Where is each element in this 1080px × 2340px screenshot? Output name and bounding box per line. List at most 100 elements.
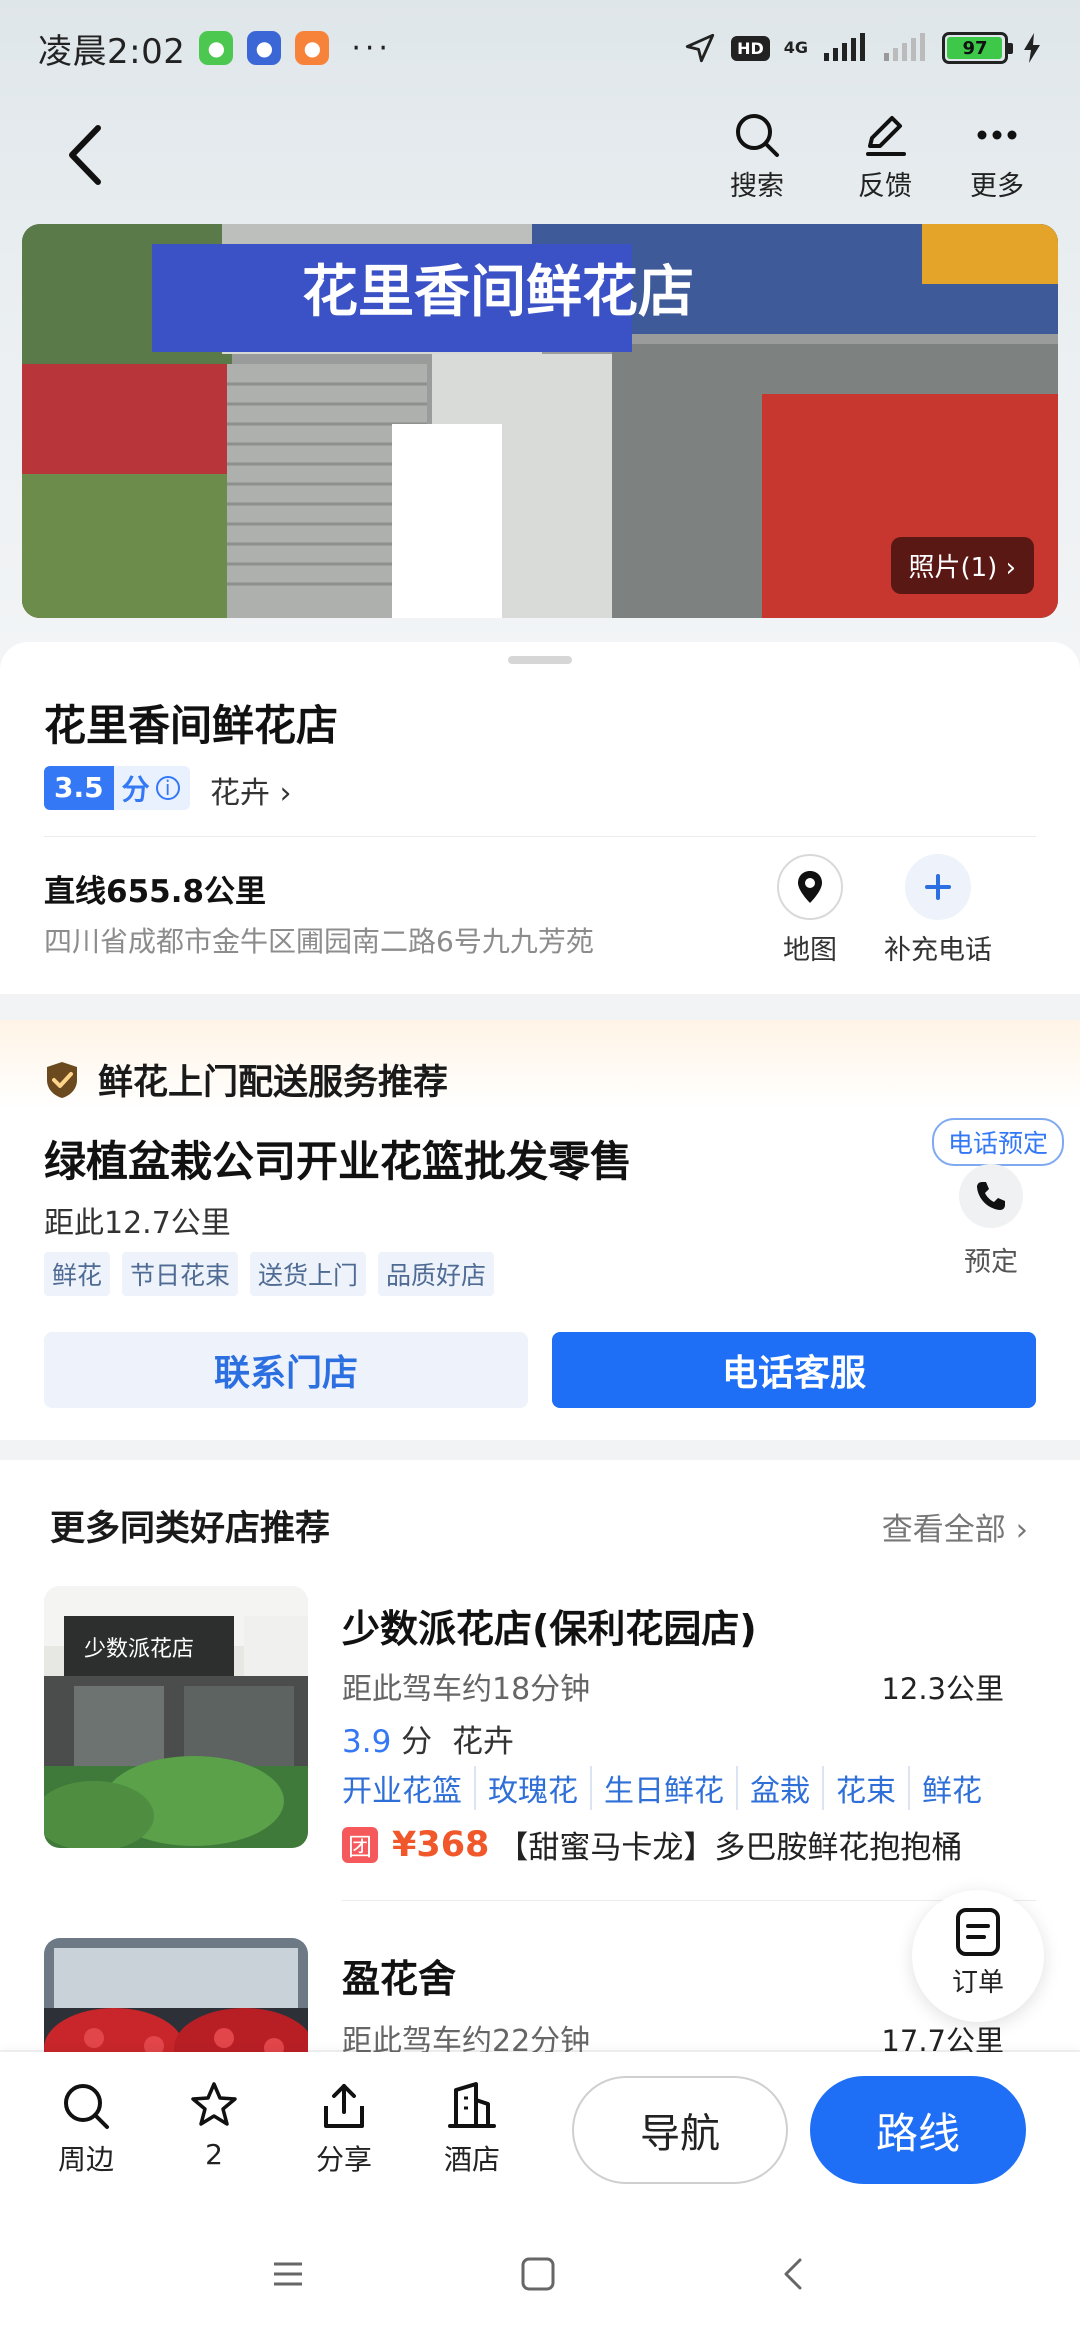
phone-service-button[interactable]: 电话客服 — [552, 1332, 1036, 1408]
taobao-notification-icon: ● — [295, 31, 330, 65]
divider — [44, 836, 1036, 837]
network-type: 4G — [783, 38, 808, 57]
shop-distance: 直线655.8公里 — [44, 874, 267, 910]
tag: 鲜花 — [44, 1252, 111, 1296]
more-button[interactable]: 更多 — [952, 110, 1042, 203]
back-key-icon[interactable] — [774, 2254, 814, 2294]
divider — [342, 1900, 1036, 1901]
plus-icon — [925, 874, 951, 900]
menu-key-icon[interactable] — [268, 2254, 308, 2294]
more-dots-icon — [977, 130, 1017, 140]
distance-km: 12.3公里 — [881, 1672, 1004, 1706]
search-button[interactable]: 搜索 — [712, 110, 802, 203]
rating-unit: 分 — [401, 1724, 433, 1760]
delivery-distance: 距此12.7公里 — [44, 1206, 231, 1241]
map-label: 地图 — [783, 935, 837, 966]
top-navigation: 搜索 反馈 更多 — [0, 100, 1080, 210]
reserve-label: 预定 — [964, 1247, 1018, 1278]
feedback-button[interactable]: 反馈 — [840, 110, 930, 203]
location-arrow-icon — [685, 33, 715, 63]
order-list-icon — [956, 1908, 1000, 1956]
charging-icon — [1024, 33, 1040, 63]
app-notification-icon: ● — [247, 31, 282, 65]
rating-badge[interactable]: 3.5 分 i — [44, 766, 190, 810]
more-label: 更多 — [970, 171, 1024, 202]
hotel-building-icon — [448, 2082, 496, 2128]
shop-category: 花卉 — [452, 1724, 515, 1760]
tag: 花束 — [822, 1766, 908, 1810]
similar-shops-heading: 更多同类好店推荐 — [50, 1509, 331, 1549]
rating-score: 3.5 — [44, 766, 114, 810]
info-icon: i — [155, 776, 180, 800]
back-button[interactable] — [56, 120, 116, 190]
status-bar: 凌晨2:02 ● ● ● ··· HD 4G 97 — [0, 0, 1080, 96]
shop-address: 四川省成都市金牛区圃园南二路6号九九芳苑 — [44, 925, 594, 958]
nearby-button[interactable]: 周边 — [36, 2080, 136, 2178]
deal-price: ¥368 — [392, 1824, 490, 1865]
phone-icon — [977, 1182, 1005, 1210]
favorite-button[interactable]: 2 — [164, 2080, 264, 2171]
map-button[interactable]: 地图 — [750, 854, 870, 967]
share-label: 分享 — [315, 2143, 372, 2176]
tag: 玫瑰花 — [474, 1766, 590, 1810]
shop-name: 花里香间鲜花店 — [44, 701, 339, 750]
deal-text: 【甜蜜马卡龙】多巴胺鲜花抱抱桶 — [497, 1830, 963, 1866]
contact-store-button[interactable]: 联系门店 — [44, 1332, 528, 1408]
home-key-icon[interactable] — [518, 2254, 558, 2294]
system-navigation-bar — [0, 2208, 1080, 2340]
shield-check-icon — [47, 1061, 77, 1098]
delivery-heading-text: 鲜花上门配送服务推荐 — [98, 1063, 449, 1103]
photo-count-button[interactable]: 照片(1) › — [890, 537, 1034, 594]
drag-handle[interactable] — [508, 656, 572, 664]
add-phone-label: 补充电话 — [884, 935, 992, 966]
search-icon — [64, 2084, 109, 2129]
tag: 生日鲜花 — [590, 1766, 736, 1810]
wechat-notification-icon: ● — [199, 31, 234, 65]
tag: 节日花束 — [122, 1252, 239, 1296]
shop-rating: 3.9 分 花卉 — [342, 1716, 514, 1761]
share-button[interactable]: 分享 — [294, 2080, 394, 2178]
search-icon — [736, 114, 779, 157]
signal-icon — [824, 33, 865, 61]
reserve-phone-button[interactable]: 预定 — [946, 1164, 1036, 1279]
delivery-tags: 鲜花 节日花束 送货上门 品质好店 — [44, 1252, 495, 1296]
hotel-button[interactable]: 酒店 — [422, 2080, 522, 2178]
shop-name[interactable]: 少数派花店(保利花园店) — [342, 1598, 757, 1653]
thumbnail-sign-text: 少数派花店 — [84, 1637, 194, 1662]
nearby-label: 周边 — [57, 2143, 114, 2176]
share-icon — [324, 2084, 364, 2128]
status-time: 凌晨2:02 — [38, 31, 186, 72]
group-deal[interactable]: 团 ¥368 【甜蜜马卡龙】多巴胺鲜花抱抱桶 — [342, 1822, 962, 1867]
add-phone-button[interactable]: 补充电话 — [878, 854, 998, 967]
tag: 盆栽 — [736, 1766, 822, 1810]
delivery-shop-title[interactable]: 绿植盆栽公司开业花篮批发零售 — [44, 1128, 632, 1189]
edit-pen-icon — [866, 116, 906, 156]
view-all-link[interactable]: 查看全部 › — [882, 1504, 1028, 1549]
search-label: 搜索 — [730, 171, 784, 202]
storefront-sign-text: 花里香间鲜花店 — [302, 260, 694, 325]
shop-tags: 开业花篮 玫瑰花 生日鲜花 盆栽 花束 鲜花 — [342, 1766, 994, 1810]
delivery-heading: 鲜花上门配送服务推荐 — [44, 1054, 448, 1105]
shop-name[interactable]: 盈花舍 — [342, 1948, 456, 2003]
shop-thumbnail[interactable]: 少数派花店 — [44, 1586, 308, 1848]
order-floating-button[interactable]: 订单 — [912, 1890, 1044, 2022]
delivery-recommendation-card: 鲜花上门配送服务推荐 绿植盆栽公司开业花篮批发零售 距此12.7公里 鲜花 节日… — [0, 1020, 1080, 1440]
rating-score: 3.9 — [342, 1724, 392, 1760]
shop-photo[interactable]: 花里香间鲜花店 照片(1) › — [22, 224, 1058, 618]
location-pin-icon — [798, 871, 822, 903]
feedback-label: 反馈 — [858, 171, 912, 202]
favorite-count: 2 — [205, 2138, 223, 2171]
navigate-button[interactable]: 导航 — [572, 2076, 788, 2184]
tag: 品质好店 — [378, 1252, 495, 1296]
tag: 送货上门 — [250, 1252, 367, 1296]
phone-reserve-badge: 电话预定 — [931, 1118, 1064, 1166]
shop-info-card: 花里香间鲜花店 3.5 分 i 花卉 › 直线655.8公里 四川省成都市金牛区… — [0, 642, 1080, 994]
shop-category-link[interactable]: 花卉 › — [210, 768, 292, 812]
tag: 鲜花 — [908, 1766, 994, 1810]
tag: 开业花篮 — [342, 1774, 462, 1809]
battery-level: 97 — [962, 37, 988, 59]
group-buy-badge: 团 — [342, 1826, 378, 1863]
hotel-label: 酒店 — [443, 2143, 500, 2176]
route-button[interactable]: 路线 — [810, 2076, 1026, 2184]
battery-icon: 97 — [942, 32, 1013, 64]
